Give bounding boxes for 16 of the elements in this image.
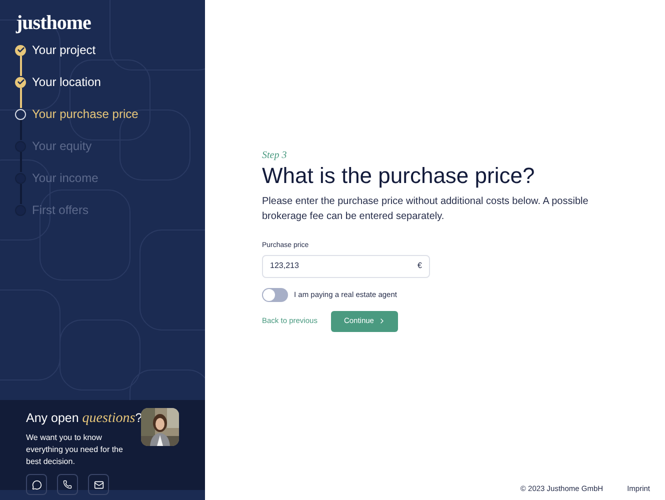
- chat-icon: [32, 480, 42, 490]
- step-label[interactable]: Your purchase price: [32, 108, 138, 120]
- step-label[interactable]: Your location: [32, 76, 101, 88]
- step-label[interactable]: Your project: [32, 44, 96, 56]
- step-label: Step 3: [262, 149, 288, 163]
- email-button[interactable]: [88, 474, 109, 495]
- description: Please enter the purchase price without additional costs below. A possible brokerage fee can be entered separately.: [262, 195, 590, 224]
- page-heading: What is the purchase price?: [262, 163, 536, 189]
- help-text: We want you to know everything you need for the best decision.: [26, 432, 124, 468]
- agent-toggle[interactable]: [262, 288, 288, 302]
- mail-icon: [94, 480, 104, 490]
- purchase-price-field[interactable]: 123,213 €: [262, 254, 430, 278]
- phone-icon: [63, 480, 72, 489]
- logo[interactable]: justhome: [16, 8, 91, 38]
- whatsapp-button[interactable]: [26, 474, 47, 495]
- phone-button[interactable]: [57, 474, 78, 495]
